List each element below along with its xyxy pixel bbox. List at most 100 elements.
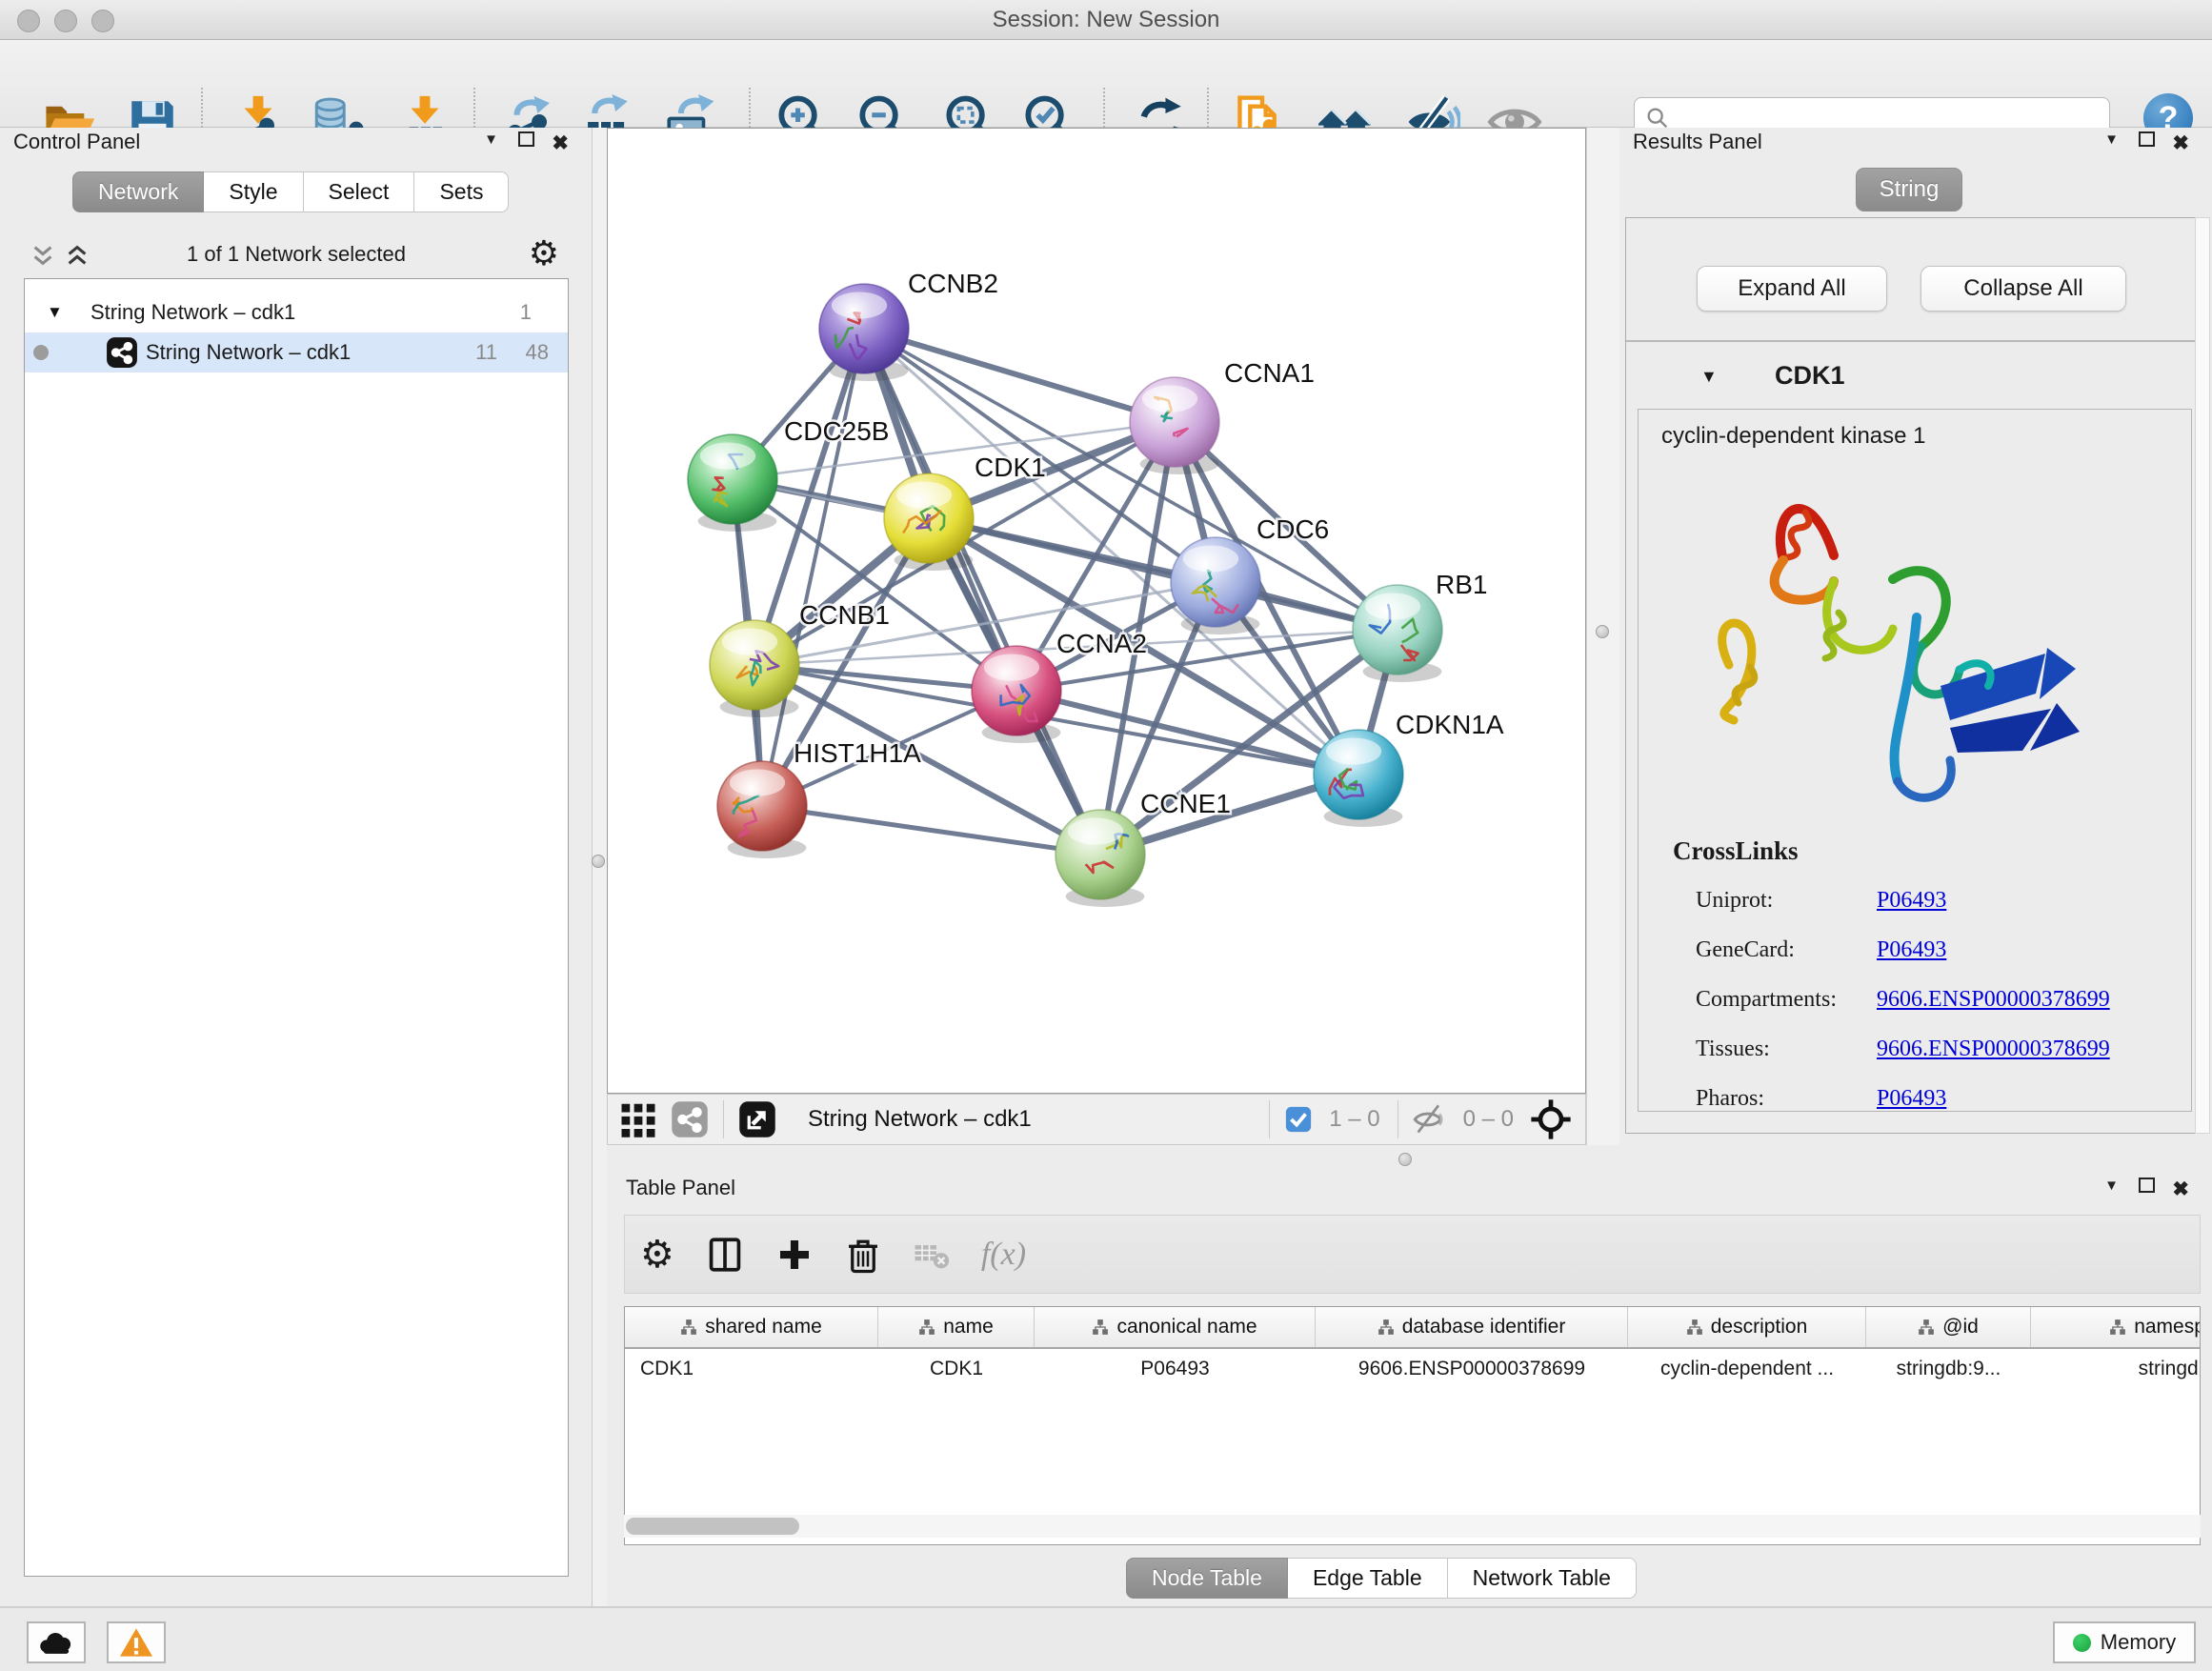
collapse-triangle-icon[interactable]: ▼ bbox=[1700, 367, 1718, 387]
network-badge-icon[interactable] bbox=[671, 1100, 709, 1138]
network-canvas[interactable]: CCNB2CCNA1CDC25BCDK1CDC6RB1CCNB1CCNA2CDK… bbox=[607, 128, 1586, 1094]
crosslink-row: Tissues:9606.ENSP00000378699 bbox=[1696, 1027, 2172, 1077]
status-bar: Memory bbox=[0, 1606, 2212, 1671]
table-options-gear-icon[interactable]: ⚙ bbox=[640, 1238, 674, 1272]
table-cell: CDK1 bbox=[878, 1349, 1035, 1389]
add-column-plus-icon[interactable] bbox=[775, 1236, 814, 1274]
panel-close-icon[interactable]: ✖ bbox=[2172, 1178, 2189, 1201]
collapse-all-button[interactable]: Collapse All bbox=[1920, 266, 2126, 312]
crosslink-link[interactable]: 9606.ENSP00000378699 bbox=[1877, 987, 2110, 1013]
scrollbar-thumb[interactable] bbox=[626, 1518, 799, 1535]
memory-button[interactable]: Memory bbox=[2053, 1621, 2196, 1663]
minimize-window-button[interactable] bbox=[54, 10, 77, 32]
column-header-name[interactable]: name bbox=[878, 1307, 1035, 1347]
column-header-@id[interactable]: @id bbox=[1866, 1307, 2031, 1347]
tab-network[interactable]: Network bbox=[72, 171, 204, 212]
panel-close-icon[interactable]: ✖ bbox=[552, 131, 569, 155]
network-edge-HIST1H1A-CCNE1[interactable] bbox=[762, 806, 1100, 855]
network-node-HIST1H1A[interactable] bbox=[717, 761, 807, 851]
protein-structure-image bbox=[1691, 465, 2139, 832]
crosslinks-title: CrossLinks bbox=[1673, 836, 1799, 866]
panel-menu-icon[interactable]: ▼ bbox=[2104, 131, 2119, 148]
network-node-CCNB2[interactable] bbox=[819, 284, 909, 373]
panel-float-icon[interactable] bbox=[2139, 1178, 2155, 1198]
network-edge-CCNB2-CCNE1[interactable] bbox=[864, 329, 1100, 855]
crosslink-row: GeneCard:P06493 bbox=[1696, 928, 2172, 977]
divider bbox=[1626, 340, 2202, 342]
column-header-shared-name[interactable]: shared name bbox=[625, 1307, 878, 1347]
column-header-namespace[interactable]: namespace bbox=[2031, 1307, 2201, 1347]
tab-edge-table[interactable]: Edge Table bbox=[1288, 1558, 1448, 1599]
crosslink-link[interactable]: P06493 bbox=[1877, 1086, 1946, 1112]
close-window-button[interactable] bbox=[17, 10, 40, 32]
expand-all-button[interactable]: Expand All bbox=[1697, 266, 1887, 312]
selected-checkbox-icon[interactable] bbox=[1284, 1105, 1313, 1134]
crosslink-link[interactable]: P06493 bbox=[1877, 888, 1946, 914]
tab-sets[interactable]: Sets bbox=[414, 171, 509, 212]
main-toolbar: ? bbox=[0, 40, 2212, 128]
node-table: shared namenamecanonical namedatabase id… bbox=[624, 1306, 2201, 1545]
crosslink-label: Uniprot: bbox=[1696, 888, 1773, 914]
tab-network-table[interactable]: Network Table bbox=[1448, 1558, 1637, 1599]
grid-view-icon[interactable] bbox=[619, 1100, 657, 1138]
horizontal-splitter-handle[interactable] bbox=[1398, 1153, 1412, 1166]
network-node-CDK1[interactable] bbox=[884, 473, 974, 563]
network-node-CCNA2[interactable] bbox=[972, 646, 1061, 735]
network-node-CCNE1[interactable] bbox=[1056, 810, 1145, 899]
open-in-new-window-icon[interactable] bbox=[738, 1100, 776, 1138]
column-header-canonical-name[interactable]: canonical name bbox=[1035, 1307, 1316, 1347]
network-node-CDC25B[interactable] bbox=[688, 434, 777, 524]
network-node-RB1[interactable] bbox=[1353, 585, 1442, 674]
tab-node-table[interactable]: Node Table bbox=[1126, 1558, 1288, 1599]
panel-menu-icon[interactable]: ▼ bbox=[2104, 1178, 2119, 1194]
network-view-title: String Network – cdk1 bbox=[808, 1106, 1032, 1133]
gene-section-header[interactable]: ▼ CDK1 bbox=[1626, 352, 2202, 405]
panel-close-icon[interactable]: ✖ bbox=[2172, 131, 2189, 155]
table-cell: stringdb:9... bbox=[1866, 1349, 2031, 1389]
tab-style[interactable]: Style bbox=[204, 171, 303, 212]
table-row[interactable]: CDK1CDK1P064939606.ENSP00000378699cyclin… bbox=[625, 1349, 2200, 1389]
hidden-eye-slash-icon[interactable] bbox=[1413, 1102, 1447, 1137]
crosslink-link[interactable]: P06493 bbox=[1877, 937, 1946, 963]
column-header-database-identifier[interactable]: database identifier bbox=[1316, 1307, 1628, 1347]
table-cell: stringdb bbox=[2031, 1349, 2201, 1389]
crosslink-link[interactable]: 9606.ENSP00000378699 bbox=[1877, 1037, 2110, 1062]
panel-menu-icon[interactable]: ▼ bbox=[484, 131, 498, 148]
panel-float-icon[interactable] bbox=[2139, 131, 2155, 151]
table-h-scrollbar[interactable] bbox=[624, 1515, 2201, 1538]
table-header-row: shared namenamecanonical namedatabase id… bbox=[625, 1307, 2200, 1349]
panel-float-icon[interactable] bbox=[518, 131, 534, 151]
tab-select[interactable]: Select bbox=[304, 171, 415, 212]
warning-button[interactable] bbox=[107, 1621, 166, 1663]
network-node-CDC6[interactable] bbox=[1171, 537, 1260, 627]
network-options-gear-icon[interactable]: ⚙ bbox=[529, 236, 559, 271]
network-edge-CCNB2-CCNA1[interactable] bbox=[864, 329, 1175, 422]
node-label-CCNE1: CCNE1 bbox=[1140, 789, 1231, 818]
results-scrollbar[interactable] bbox=[2195, 217, 2210, 1134]
network-node-CCNA1[interactable] bbox=[1130, 377, 1219, 467]
node-gloss bbox=[1183, 545, 1238, 572]
delete-column-trash-icon[interactable] bbox=[844, 1236, 882, 1274]
cytoscape-window: Session: New Session bbox=[0, 0, 2212, 1671]
right-splitter-handle[interactable] bbox=[1596, 625, 1609, 638]
crosslink-label: Compartments: bbox=[1696, 987, 1837, 1013]
column-header-description[interactable]: description bbox=[1628, 1307, 1866, 1347]
left-splitter-handle[interactable] bbox=[592, 855, 605, 868]
tab-string[interactable]: String bbox=[1856, 168, 1962, 211]
network-label: String Network – cdk1 bbox=[146, 340, 351, 365]
network-tree: ▼ String Network – cdk1 1 String Network… bbox=[24, 278, 569, 1577]
network-row-selected[interactable]: String Network – cdk1 11 48 bbox=[25, 332, 568, 372]
cloud-button[interactable] bbox=[27, 1621, 86, 1663]
node-gloss bbox=[832, 292, 887, 318]
network-node-CCNB1[interactable] bbox=[710, 620, 799, 710]
collapse-triangle-icon[interactable]: ▼ bbox=[47, 303, 63, 322]
node-gloss bbox=[1365, 593, 1420, 619]
fit-crosshair-icon[interactable] bbox=[1530, 1098, 1572, 1140]
network-node-CDKN1A[interactable] bbox=[1314, 730, 1403, 819]
maximize-window-button[interactable] bbox=[91, 10, 114, 32]
network-collection-row[interactable]: ▼ String Network – cdk1 1 bbox=[25, 292, 568, 332]
node-gloss bbox=[896, 481, 952, 508]
node-label-CCNB2: CCNB2 bbox=[908, 269, 998, 298]
show-columns-icon[interactable] bbox=[705, 1235, 745, 1275]
node-gloss bbox=[1142, 385, 1197, 412]
